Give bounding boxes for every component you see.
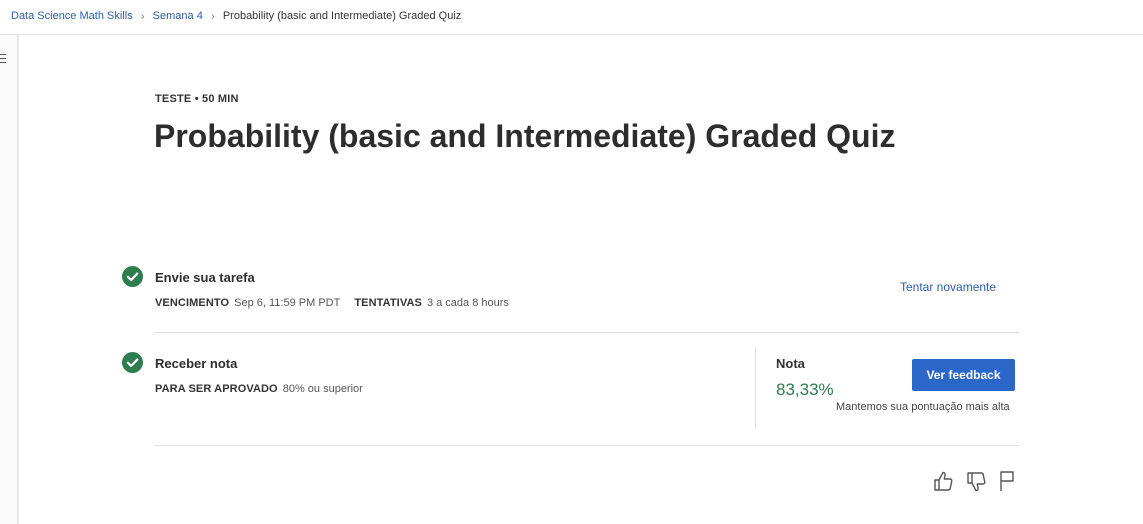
attempts-label: TENTATIVAS (354, 297, 422, 309)
grade-note: Mantemos sua pontuação mais alta (836, 401, 1010, 413)
attempts-value: 3 a cada 8 hours (426, 297, 509, 309)
grade-meta: PARA SER APROVADO 80% ou superior (155, 383, 363, 395)
submit-step-title: Envie sua tarefa (155, 270, 255, 285)
flag-icon[interactable] (997, 469, 1019, 493)
divider (154, 332, 1019, 333)
grade-step-title: Receber nota (155, 356, 238, 371)
view-feedback-button[interactable]: Ver feedback (912, 359, 1015, 391)
breadcrumb-current: Probability (basic and Intermediate) Gra… (222, 10, 462, 22)
left-rail (0, 35, 19, 524)
pass-label: PARA SER APROVADO (155, 383, 278, 395)
check-circle-icon (122, 266, 143, 287)
page-title: Probability (basic and Intermediate) Gra… (154, 118, 896, 154)
thumbs-down-icon[interactable] (965, 470, 987, 494)
check-circle-icon (122, 352, 143, 373)
pass-value: 80% ou superior (282, 383, 363, 395)
chevron-right-icon: › (210, 9, 215, 23)
thumbs-up-icon[interactable] (932, 469, 954, 493)
breadcrumb: Data Science Math Skills › Semana 4 › Pr… (11, 9, 461, 23)
due-value: Sep 6, 11:59 PM PDT (234, 297, 341, 309)
grade-label: Nota (776, 356, 805, 371)
divider (154, 445, 1019, 446)
chevron-right-icon: › (140, 9, 145, 23)
breadcrumb-week-link[interactable]: Semana 4 (153, 9, 203, 23)
vertical-divider (755, 348, 756, 428)
retry-link[interactable]: Tentar novamente (900, 280, 996, 294)
top-bar: Data Science Math Skills › Semana 4 › Pr… (0, 0, 1143, 35)
grade-value: 83,33% (776, 380, 834, 399)
menu-icon[interactable] (0, 54, 6, 66)
submit-meta: VENCIMENTO Sep 6, 11:59 PM PDT TENTATIVAS 3… (155, 297, 509, 309)
due-label: VENCIMENTO (155, 297, 230, 309)
breadcrumb-course-link[interactable]: Data Science Math Skills (11, 9, 133, 23)
item-kicker: TESTE • 50 MIN (155, 93, 239, 105)
